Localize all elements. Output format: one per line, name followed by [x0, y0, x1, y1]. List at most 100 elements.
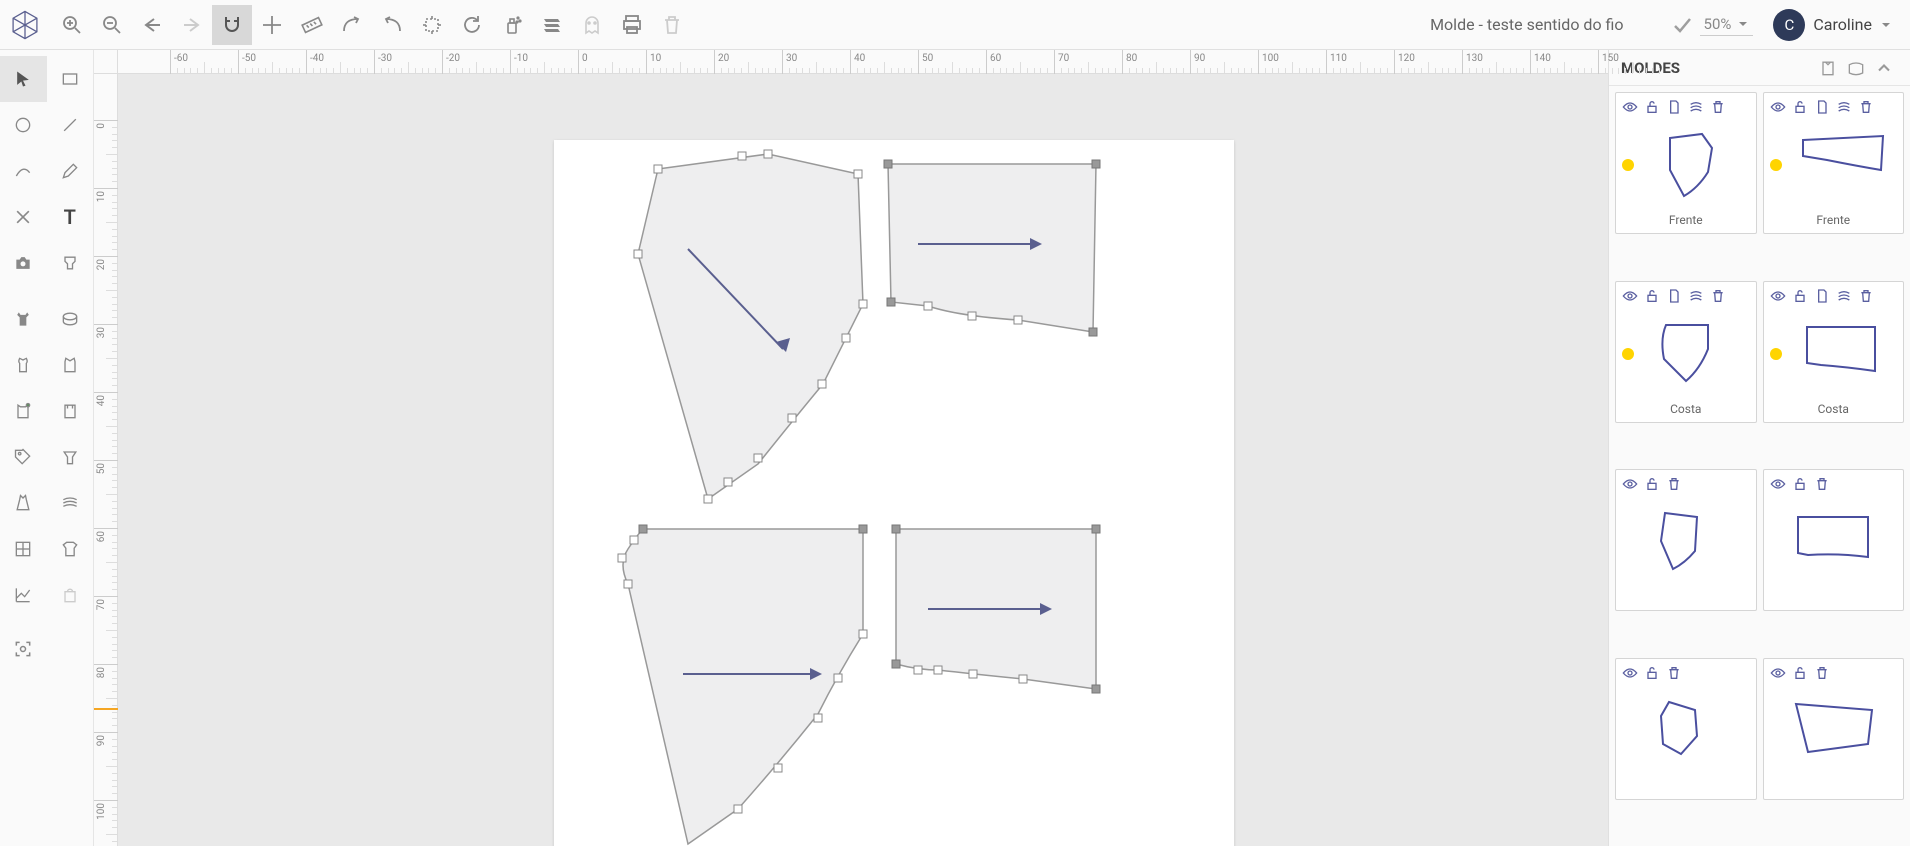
molde-label — [1770, 779, 1898, 795]
delete-button[interactable] — [652, 5, 692, 45]
line-tool[interactable] — [47, 102, 94, 148]
dress-tool[interactable] — [0, 480, 47, 526]
back-piece-tool[interactable] — [47, 388, 94, 434]
transform-button[interactable] — [412, 5, 452, 45]
trash-icon[interactable] — [1814, 665, 1830, 683]
crosshair-button[interactable] — [252, 5, 292, 45]
fabric-stack-tool[interactable] — [47, 480, 94, 526]
eye-icon[interactable] — [1770, 288, 1786, 306]
measure-tape-tool[interactable] — [47, 296, 94, 342]
status-dot — [1770, 159, 1782, 171]
ruler-tool-button[interactable] — [292, 5, 332, 45]
validate-button[interactable] — [1664, 13, 1700, 37]
camera-tool[interactable] — [0, 240, 47, 286]
lock-icon[interactable] — [1792, 476, 1808, 494]
close-tool[interactable] — [0, 194, 47, 240]
trash-icon[interactable] — [1710, 288, 1726, 306]
spray-tool-button[interactable] — [492, 5, 532, 45]
document-title: Molde - teste sentido do fio — [1430, 15, 1623, 34]
pattern-piece-frente-1[interactable] — [634, 150, 867, 503]
lock-icon[interactable] — [1792, 99, 1808, 117]
layers-button[interactable] — [532, 5, 572, 45]
collar-tool[interactable] — [47, 434, 94, 480]
trash-icon[interactable] — [1710, 99, 1726, 117]
status-dot — [1770, 348, 1782, 360]
molde-label — [1622, 590, 1750, 606]
bag-tool[interactable] — [47, 572, 94, 618]
page-icon[interactable] — [1814, 99, 1830, 117]
graph-tool[interactable] — [0, 572, 47, 618]
molde-card[interactable] — [1615, 658, 1757, 800]
page-icon[interactable] — [1814, 288, 1830, 306]
panel-collapse-button[interactable] — [1870, 58, 1898, 78]
stack-icon[interactable] — [1688, 288, 1704, 306]
molde-thumbnail — [1788, 127, 1898, 203]
molde-card[interactable] — [1763, 469, 1905, 611]
ghost-button[interactable] — [572, 5, 612, 45]
lock-icon[interactable] — [1792, 288, 1808, 306]
shirt-tool[interactable] — [47, 526, 94, 572]
snap-magnet-button[interactable] — [212, 5, 252, 45]
pattern-piece-tool[interactable] — [47, 240, 94, 286]
ruler-corner — [94, 50, 118, 74]
trash-icon[interactable] — [1858, 288, 1874, 306]
panel-icon-2[interactable] — [1842, 58, 1870, 78]
pattern-canvas[interactable] — [118, 74, 1632, 846]
zoom-out-button[interactable] — [92, 5, 132, 45]
zoom-dropdown[interactable]: 50% — [1700, 13, 1754, 36]
select-tool[interactable] — [0, 56, 47, 102]
pattern-piece-costa-2[interactable] — [892, 525, 1100, 693]
eye-icon[interactable] — [1770, 99, 1786, 117]
trash-icon[interactable] — [1666, 476, 1682, 494]
bodice-tool[interactable] — [0, 296, 47, 342]
molde-card[interactable] — [1615, 469, 1757, 611]
rectangle-tool[interactable] — [47, 56, 94, 102]
vertical-ruler: 0102030405060708090100 — [94, 74, 118, 846]
lock-icon[interactable] — [1644, 665, 1660, 683]
print-button[interactable] — [612, 5, 652, 45]
eye-icon[interactable] — [1770, 476, 1786, 494]
front-piece-tool[interactable] — [0, 388, 47, 434]
molde-card[interactable]: Costa — [1615, 281, 1757, 423]
stack-icon[interactable] — [1836, 99, 1852, 117]
stack-icon[interactable] — [1688, 99, 1704, 117]
molde-card[interactable] — [1763, 658, 1905, 800]
lock-icon[interactable] — [1644, 476, 1660, 494]
user-menu[interactable]: C Caroline — [1773, 9, 1902, 41]
lock-icon[interactable] — [1644, 99, 1660, 117]
trash-icon[interactable] — [1666, 665, 1682, 683]
curve-draw-tool[interactable] — [0, 148, 47, 194]
pattern-piece-frente-2[interactable] — [884, 160, 1100, 336]
redo-button[interactable] — [172, 5, 212, 45]
curve-tool-2-button[interactable] — [372, 5, 412, 45]
zoom-in-button[interactable] — [52, 5, 92, 45]
canvas-area[interactable]: -60-50-40-30-20-100102030405060708090100… — [94, 50, 1608, 846]
panel-icon-1[interactable] — [1814, 58, 1842, 78]
trash-icon[interactable] — [1814, 476, 1830, 494]
molde-thumbnail — [1622, 504, 1750, 580]
page-icon[interactable] — [1666, 288, 1682, 306]
circle-tool[interactable] — [0, 102, 47, 148]
trash-icon[interactable] — [1858, 99, 1874, 117]
pattern-piece-costa-1[interactable] — [618, 525, 867, 844]
pencil-tool[interactable] — [47, 148, 94, 194]
scan-tool[interactable] — [0, 626, 47, 672]
molde-card[interactable]: Costa — [1763, 281, 1905, 423]
stack-icon[interactable] — [1836, 288, 1852, 306]
lock-icon[interactable] — [1644, 288, 1660, 306]
sleeveless-tool[interactable] — [0, 342, 47, 388]
molde-thumbnail — [1770, 504, 1898, 580]
lock-icon[interactable] — [1792, 665, 1808, 683]
curve-tool-button[interactable] — [332, 5, 372, 45]
molde-card[interactable]: Frente — [1763, 92, 1905, 234]
page-icon[interactable] — [1666, 99, 1682, 117]
refresh-button[interactable] — [452, 5, 492, 45]
eye-icon[interactable] — [1770, 665, 1786, 683]
vest-tool[interactable] — [47, 342, 94, 388]
grid-tool[interactable] — [0, 526, 47, 572]
tag-tool[interactable] — [0, 434, 47, 480]
molde-card[interactable]: Frente — [1615, 92, 1757, 234]
molde-label — [1622, 779, 1750, 795]
undo-button[interactable] — [132, 5, 172, 45]
text-tool[interactable]: T — [47, 194, 94, 240]
